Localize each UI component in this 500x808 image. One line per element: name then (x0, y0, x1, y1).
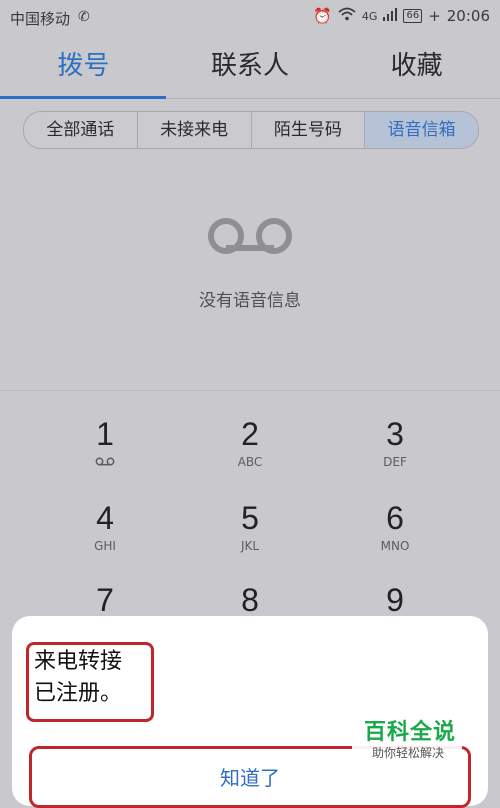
status-bar: 中国移动 ✆ ⏰ 4G 66 + 20:06 (0, 0, 500, 34)
key-6[interactable]: 6 MNO (312, 498, 478, 554)
key-letters: ABC (237, 455, 263, 469)
tab-favorites[interactable]: 收藏 (333, 34, 500, 98)
key-1[interactable]: 1 (22, 414, 188, 470)
watermark-title: 百科全说 (364, 720, 457, 745)
key-letters: DEF (383, 455, 407, 469)
key-digit: 3 (386, 416, 404, 452)
main-tabs: 拨号 联系人 收藏 (0, 34, 500, 98)
clock-time: 20:06 (446, 7, 490, 25)
filter-voicemail[interactable]: 语音信箱 (365, 112, 478, 148)
voicemail-icon (22, 454, 188, 470)
key-4[interactable]: 4 GHI (22, 498, 188, 554)
tab-dial[interactable]: 拨号 (0, 34, 167, 98)
watermark-subtitle: 助你轻松解决 (372, 746, 445, 760)
active-tab-indicator (0, 96, 166, 99)
empty-state-text: 没有语音信息 (199, 291, 301, 311)
call-filter: 全部通话 未接来电 陌生号码 语音信箱 (23, 111, 479, 149)
battery-icon: 66 (403, 9, 423, 23)
key-3[interactable]: 3 DEF (312, 414, 478, 470)
key-letters: GHI (94, 539, 116, 553)
key-7[interactable]: 7 (22, 580, 188, 620)
watermark-logo: 百科全说 助你轻松解决 (352, 712, 462, 764)
alarm-icon: ⏰ (313, 7, 332, 25)
filter-missed-calls[interactable]: 未接来电 (138, 112, 252, 148)
call-forwarding-dialog: 来电转接 已注册。 知道了 (12, 616, 488, 808)
dialog-message-line2: 已注册。 (34, 681, 123, 706)
dialog-message: 来电转接 已注册。 (34, 646, 122, 710)
filter-all-calls[interactable]: 全部通话 (24, 112, 138, 148)
key-digit: 2 (241, 416, 259, 452)
dialog-message-line1: 来电转接 (34, 649, 123, 674)
key-digit: 7 (96, 582, 114, 618)
dialpad-divider (0, 390, 500, 391)
key-digit: 9 (386, 582, 404, 618)
key-5[interactable]: 5 JKL (167, 498, 333, 554)
tab-contacts[interactable]: 联系人 (167, 34, 334, 98)
key-letters: JKL (240, 539, 260, 553)
status-icons: ⏰ 4G 66 + 20:06 (313, 7, 490, 25)
voicemail-icon (206, 216, 294, 260)
key-letters: MNO (380, 539, 410, 553)
key-digit: 6 (386, 500, 404, 536)
key-digit: 5 (241, 500, 259, 536)
filter-unknown-numbers[interactable]: 陌生号码 (252, 112, 366, 148)
key-2[interactable]: 2 ABC (167, 414, 333, 470)
key-digit: 8 (241, 582, 259, 618)
wifi-icon (338, 7, 356, 25)
phone-call-icon: ✆ (78, 9, 90, 25)
network-type: 4G (361, 9, 378, 23)
key-8[interactable]: 8 (167, 580, 333, 620)
charging-icon: + (428, 7, 441, 25)
carrier-label: 中国移动 (10, 10, 71, 28)
key-digit: 1 (96, 416, 114, 452)
signal-icon (383, 7, 398, 25)
key-digit: 4 (96, 500, 114, 536)
key-9[interactable]: 9 (312, 580, 478, 620)
